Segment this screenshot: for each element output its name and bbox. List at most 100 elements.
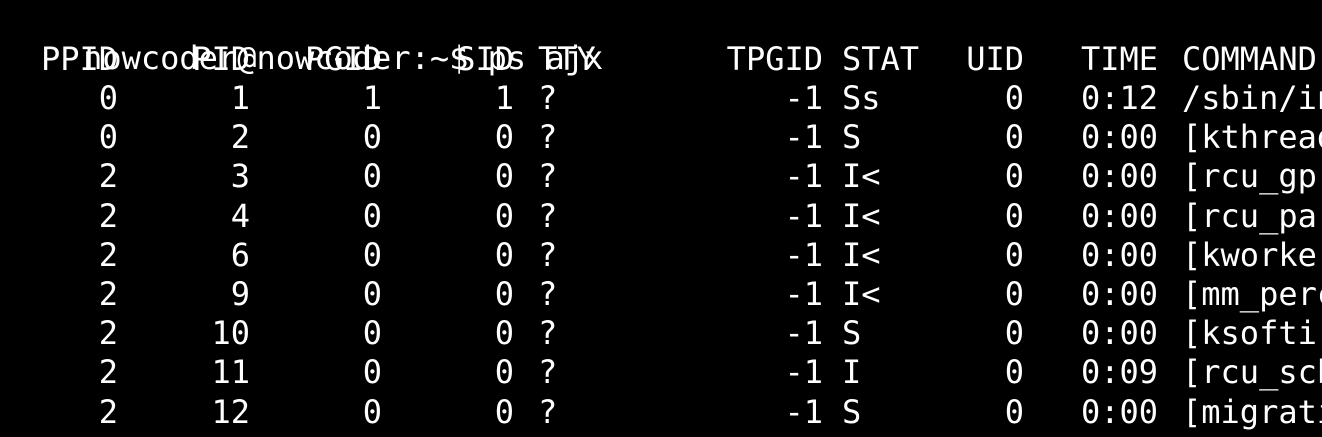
column-header-sid: SID bbox=[456, 40, 514, 78]
cell-pid: 6 bbox=[230, 235, 250, 274]
cell-stat: I< bbox=[842, 157, 881, 196]
cell-pid: 2 bbox=[230, 118, 250, 157]
cell-command: [rcu_gp] bbox=[1182, 157, 1322, 196]
cell-pid: 12 bbox=[211, 392, 250, 431]
column-header-pid: PID bbox=[192, 40, 250, 78]
cell-uid: 0 bbox=[1004, 79, 1024, 117]
cell-time: 0:00 bbox=[1080, 196, 1158, 235]
cell-pgid: 0 bbox=[362, 235, 382, 274]
cell-ppid: 0 bbox=[98, 118, 118, 157]
cell-time: 0:00 bbox=[1080, 118, 1158, 157]
table-row: 2 6 0 0? -1 I< 0 0:00 [kworker bbox=[6, 236, 1322, 275]
cell-pid: 9 bbox=[230, 275, 250, 313]
cell-sid: 0 bbox=[494, 314, 514, 353]
cell-time: 0:12 bbox=[1080, 79, 1158, 117]
cell-stat: S bbox=[842, 118, 862, 157]
cell-tty: ? bbox=[538, 353, 558, 392]
table-row: 2 10 0 0? -1 S 0 0:00 [ksoftir bbox=[6, 314, 1322, 353]
column-header-command: COMMAND bbox=[1182, 40, 1317, 78]
cell-pgid: 1 bbox=[362, 79, 382, 117]
cell-pgid: 0 bbox=[362, 392, 382, 431]
cell-time: 0:00 bbox=[1080, 314, 1158, 353]
cell-stat: S bbox=[842, 392, 862, 431]
cell-tpgid: -1 bbox=[784, 79, 823, 117]
cell-sid: 0 bbox=[494, 275, 514, 313]
cell-tty: ? bbox=[538, 314, 558, 353]
cell-pgid: 0 bbox=[362, 275, 382, 313]
cell-time: 0:00 bbox=[1080, 157, 1158, 196]
cell-uid: 0 bbox=[1004, 118, 1024, 157]
cell-command: [kworker bbox=[1182, 235, 1322, 274]
cell-stat: I< bbox=[842, 235, 881, 274]
cell-time: 0:00 bbox=[1080, 392, 1158, 431]
cell-pgid: 0 bbox=[362, 314, 382, 353]
terminal-window[interactable]: nowcoder@nowcoder:~$ ps ajx PPID PID PGID S… bbox=[0, 0, 1322, 437]
cell-ppid: 2 bbox=[98, 314, 118, 353]
cell-pgid: 0 bbox=[362, 196, 382, 235]
cell-pid: 4 bbox=[230, 196, 250, 235]
cell-tpgid: -1 bbox=[784, 235, 823, 274]
cell-uid: 0 bbox=[1004, 314, 1024, 353]
cell-command: [rcu_sch bbox=[1182, 353, 1322, 392]
cell-tpgid: -1 bbox=[784, 353, 823, 392]
table-row: 2 11 0 0? -1 I 0 0:09 [rcu_sch bbox=[6, 353, 1322, 392]
cell-uid: 0 bbox=[1004, 353, 1024, 392]
table-row: 0 1 1 1? -1 Ss 0 0:12/sbin/in bbox=[6, 79, 1322, 118]
cell-sid: 0 bbox=[494, 353, 514, 392]
cell-ppid: 0 bbox=[98, 79, 118, 117]
cell-command: [mm_perc bbox=[1182, 275, 1322, 313]
cell-command: [rcu_par bbox=[1182, 196, 1322, 235]
column-header-time: TIME bbox=[1080, 40, 1158, 78]
cell-tpgid: -1 bbox=[784, 157, 823, 196]
table-row: 0 2 0 0? -1 S 0 0:00 [kthread bbox=[6, 118, 1322, 157]
cell-command: /sbin/in bbox=[1182, 79, 1322, 117]
cell-time: 0:09 bbox=[1080, 353, 1158, 392]
cell-sid: 0 bbox=[494, 118, 514, 157]
command-prompt-line: nowcoder@nowcoder:~$ ps ajx bbox=[6, 0, 1322, 77]
cell-pid: 10 bbox=[211, 314, 250, 353]
cell-command: [kthread bbox=[1182, 118, 1322, 157]
cell-tty: ? bbox=[538, 196, 558, 235]
cell-uid: 0 bbox=[1004, 196, 1024, 235]
cell-ppid: 2 bbox=[98, 235, 118, 274]
cell-uid: 0 bbox=[1004, 235, 1024, 274]
table-row: 2 3 0 0? -1 I< 0 0:00 [rcu_gp] bbox=[6, 157, 1322, 196]
cell-pid: 3 bbox=[230, 157, 250, 196]
cell-ppid: 2 bbox=[98, 275, 118, 313]
cell-tty: ? bbox=[538, 392, 558, 431]
cell-stat: S bbox=[842, 314, 862, 353]
cell-sid: 0 bbox=[494, 157, 514, 196]
column-header-stat: STAT bbox=[842, 40, 920, 78]
cell-tpgid: -1 bbox=[784, 314, 823, 353]
column-header-tpgid: TPGID bbox=[726, 40, 823, 78]
cell-tty: ? bbox=[538, 275, 558, 313]
cell-sid: 0 bbox=[494, 196, 514, 235]
cell-tpgid: -1 bbox=[784, 196, 823, 235]
table-header-row: PPID PID PGID SID TTY TPGID STAT UID TIME COMMAND bbox=[6, 40, 1322, 79]
cell-sid: 0 bbox=[494, 392, 514, 431]
cell-ppid: 2 bbox=[98, 196, 118, 235]
cell-stat: Ss bbox=[842, 79, 881, 117]
cell-tty: ? bbox=[538, 157, 558, 196]
cell-command: [migrati bbox=[1182, 392, 1322, 431]
cell-sid: 0 bbox=[494, 235, 514, 274]
cell-time: 0:00 bbox=[1080, 275, 1158, 313]
cell-time: 0:00 bbox=[1080, 235, 1158, 274]
cell-tty: ? bbox=[538, 235, 558, 274]
cell-tty: ? bbox=[538, 118, 558, 157]
cell-command: [ksoftir bbox=[1182, 314, 1322, 353]
cell-uid: 0 bbox=[1004, 392, 1024, 431]
cell-ppid: 2 bbox=[98, 392, 118, 431]
column-header-pgid: PGID bbox=[304, 40, 382, 78]
cell-tpgid: -1 bbox=[784, 392, 823, 431]
table-row: 2 4 0 0? -1 I< 0 0:00 [rcu_par bbox=[6, 197, 1322, 236]
cell-pid: 1 bbox=[230, 79, 250, 117]
column-header-tty: TTY bbox=[538, 40, 596, 78]
cell-stat: I< bbox=[842, 196, 881, 235]
table-row: 2 9 0 0? -1 I< 0 0:00 [mm_perc bbox=[6, 275, 1322, 314]
cell-uid: 0 bbox=[1004, 275, 1024, 313]
cell-pgid: 0 bbox=[362, 353, 382, 392]
column-header-ppid: PPID bbox=[40, 40, 118, 78]
cell-ppid: 2 bbox=[98, 157, 118, 196]
cell-tpgid: -1 bbox=[784, 275, 823, 313]
